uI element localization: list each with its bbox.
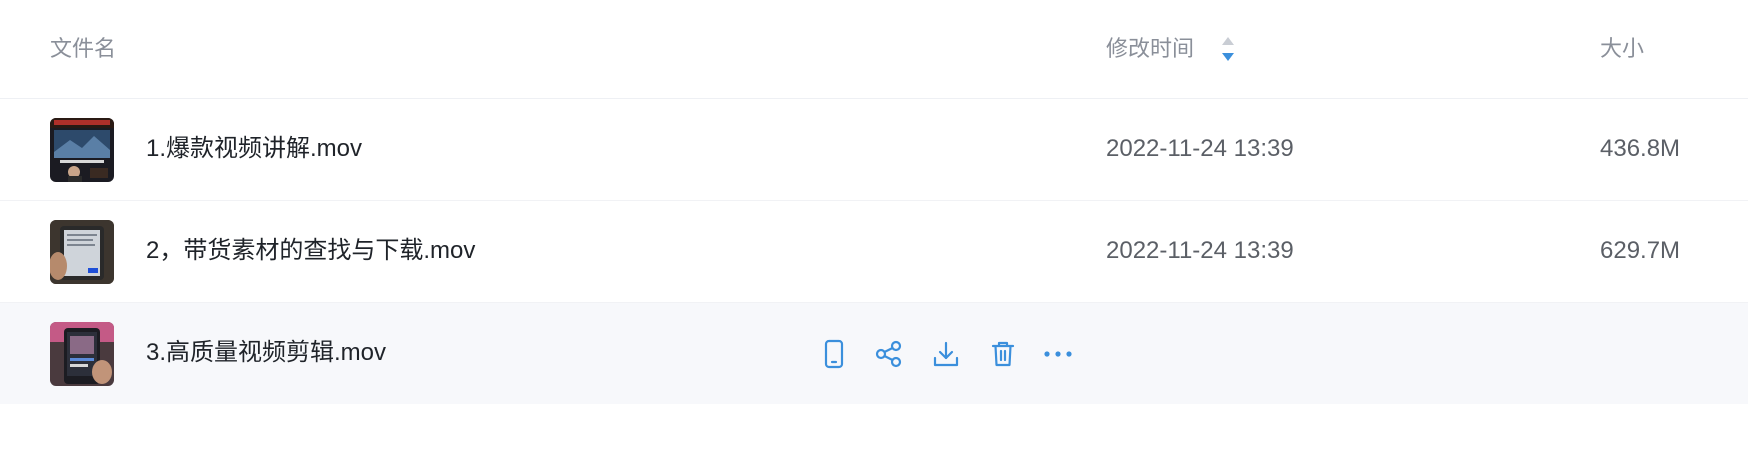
table-header: 文件名 修改时间 大小 (0, 0, 1748, 99)
phone-icon[interactable] (816, 336, 852, 372)
file-name[interactable]: 3.高质量视频剪辑.mov (146, 337, 386, 369)
column-header-size[interactable]: 大小 (1600, 34, 1644, 64)
download-icon[interactable] (928, 336, 964, 372)
file-size: 436.8M (1600, 135, 1681, 162)
table-row[interactable]: 3.高质量视频剪辑.mov (0, 303, 1748, 404)
file-size: 629.7M (1600, 237, 1681, 264)
modified-time: 2022-11-24 13:39 (1106, 237, 1294, 264)
file-name[interactable]: 1.爆款视频讲解.mov (146, 133, 362, 165)
video-thumbnail (50, 220, 114, 284)
sort-icon[interactable] (1220, 35, 1236, 63)
video-thumbnail (50, 118, 114, 182)
more-icon[interactable] (1040, 336, 1076, 372)
file-name[interactable]: 2，带货素材的查找与下载.mov (146, 235, 475, 267)
file-list-table: 文件名 修改时间 大小 1.爆款视频讲解.mov 2022-11-24 13:3… (0, 0, 1748, 474)
table-row[interactable]: 1.爆款视频讲解.mov 2022-11-24 13:39 436.8M (0, 99, 1748, 201)
share-icon[interactable] (871, 336, 907, 372)
video-thumbnail (50, 322, 114, 386)
table-row[interactable]: 2，带货素材的查找与下载.mov 2022-11-24 13:39 629.7M (0, 201, 1748, 303)
modified-time: 2022-11-24 13:39 (1106, 135, 1294, 162)
column-header-filename[interactable]: 文件名 (50, 34, 116, 64)
column-header-modified-time[interactable]: 修改时间 (1106, 34, 1194, 64)
delete-icon[interactable] (985, 336, 1021, 372)
